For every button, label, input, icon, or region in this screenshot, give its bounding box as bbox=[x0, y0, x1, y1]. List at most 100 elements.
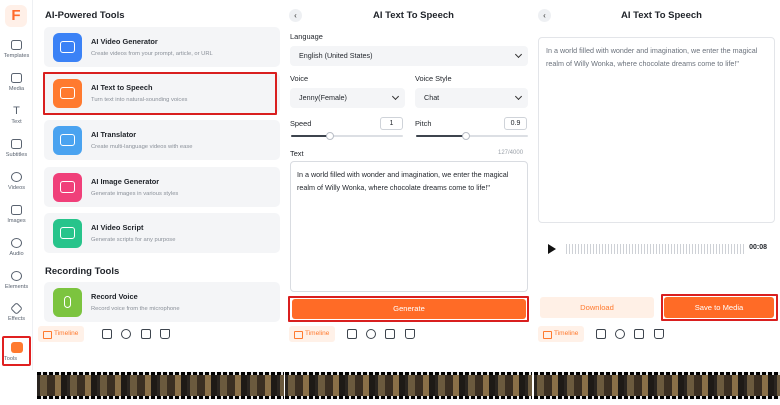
speed-label: Speed bbox=[290, 119, 312, 128]
char-counter: 127/4000 bbox=[498, 150, 524, 156]
voice-style-label: Voice Style bbox=[415, 74, 452, 83]
timeline-button[interactable]: Timeline bbox=[289, 326, 336, 342]
back-button[interactable]: ‹ bbox=[538, 9, 551, 22]
language-label: Language bbox=[290, 32, 323, 41]
pitch-slider-fill bbox=[416, 135, 466, 137]
tool-card-record-voice[interactable]: Record Voice Record voice from the micro… bbox=[44, 282, 280, 322]
save-to-media-button[interactable]: Save to Media bbox=[664, 297, 774, 318]
chevron-down-icon bbox=[514, 92, 523, 101]
videos-icon bbox=[11, 172, 22, 182]
trash-icon[interactable] bbox=[160, 329, 170, 339]
add-icon[interactable] bbox=[347, 329, 357, 339]
language-value: English (United States) bbox=[299, 51, 373, 60]
templates-icon bbox=[11, 40, 22, 50]
sidebar-item-label: Videos bbox=[7, 185, 25, 191]
text-icon: T bbox=[13, 105, 20, 117]
tool-desc: Create multi-language videos with ease bbox=[91, 144, 193, 150]
sidebar-item-label: Tools bbox=[4, 356, 18, 362]
sidebar-item-audio[interactable]: Audio bbox=[0, 238, 33, 268]
tool-name: AI Video Script bbox=[91, 223, 144, 232]
add-icon[interactable] bbox=[102, 329, 112, 339]
pitch-slider[interactable] bbox=[416, 132, 528, 140]
trash-icon[interactable] bbox=[405, 329, 415, 339]
timeline-button[interactable]: Timeline bbox=[538, 326, 585, 342]
tool-desc: Record voice from the microphone bbox=[91, 306, 180, 312]
timeline-toolbar-3: Timeline bbox=[538, 326, 776, 344]
panel-title: AI Text To Speech bbox=[621, 10, 702, 21]
sidebar-item-label: Text bbox=[11, 119, 22, 125]
tool-card-ai-video-script[interactable]: AI Video Script Generate scripts for any… bbox=[44, 213, 280, 253]
sidebar-item-label: Templates bbox=[3, 53, 30, 59]
duplicate-icon[interactable] bbox=[385, 329, 395, 339]
timeline-filmstrip[interactable] bbox=[534, 372, 780, 399]
download-button[interactable]: Download bbox=[540, 297, 654, 318]
tool-card-ai-translator[interactable]: AI Translator Create multi-language vide… bbox=[44, 120, 280, 160]
tool-card-ai-text-to-speech[interactable]: AI Text to Speech Turn text into natural… bbox=[44, 73, 280, 113]
voice-style-value: Chat bbox=[424, 93, 440, 102]
sidebar-item-videos[interactable]: Videos bbox=[0, 172, 33, 202]
timeline-filmstrip[interactable] bbox=[37, 372, 284, 399]
tool-desc: Generate scripts for any purpose bbox=[91, 237, 176, 243]
timeline-filmstrip[interactable] bbox=[285, 372, 532, 399]
timeline-toolbar-1: Timeline bbox=[38, 326, 284, 344]
tts-text-input[interactable]: In a world filled with wonder and imagin… bbox=[290, 161, 528, 292]
split-icon[interactable] bbox=[615, 329, 625, 339]
panel-title: AI Text To Speech bbox=[373, 10, 454, 21]
left-sidebar: F Templates Media T Text Subtitles Video… bbox=[0, 0, 33, 370]
speed-slider-thumb[interactable] bbox=[326, 132, 334, 140]
tool-card-ai-video-generator[interactable]: AI Video Generator Create videos from yo… bbox=[44, 27, 280, 67]
pitch-label: Pitch bbox=[415, 119, 432, 128]
subtitles-icon bbox=[11, 139, 22, 149]
section-title-recording-tools: Recording Tools bbox=[45, 266, 120, 277]
voice-value: Jenny(Female) bbox=[299, 93, 347, 102]
sidebar-item-media[interactable]: Media bbox=[0, 73, 33, 103]
sidebar-item-images[interactable]: Images bbox=[0, 205, 33, 235]
translate-icon bbox=[53, 126, 82, 155]
sidebar-item-label: Audio bbox=[9, 251, 24, 257]
images-icon bbox=[11, 205, 22, 215]
text-label: Text bbox=[290, 149, 304, 158]
sidebar-item-label: Images bbox=[7, 218, 26, 224]
tool-name: AI Text to Speech bbox=[91, 83, 153, 92]
voice-select[interactable]: Jenny(Female) bbox=[290, 88, 405, 108]
effects-icon bbox=[10, 302, 23, 315]
play-icon[interactable] bbox=[548, 244, 556, 254]
speed-input[interactable]: 1 bbox=[380, 117, 403, 130]
sidebar-item-elements[interactable]: Elements bbox=[0, 271, 33, 301]
tool-name: Record Voice bbox=[91, 292, 138, 301]
duplicate-icon[interactable] bbox=[634, 329, 644, 339]
audio-icon bbox=[11, 238, 22, 248]
voice-style-select[interactable]: Chat bbox=[415, 88, 528, 108]
trash-icon[interactable] bbox=[654, 329, 664, 339]
timeline-button[interactable]: Timeline bbox=[38, 326, 85, 342]
language-select[interactable]: English (United States) bbox=[290, 46, 528, 66]
result-text: In a world filled with wonder and imagin… bbox=[538, 37, 775, 223]
sidebar-item-effects[interactable]: Effects bbox=[0, 302, 33, 334]
duplicate-icon[interactable] bbox=[141, 329, 151, 339]
audio-waveform[interactable] bbox=[566, 244, 744, 254]
sidebar-item-subtitles[interactable]: Subtitles bbox=[0, 139, 33, 169]
sidebar-item-tools[interactable]: Tools bbox=[2, 336, 31, 366]
chevron-down-icon bbox=[514, 50, 523, 59]
script-icon bbox=[53, 219, 82, 248]
generate-button[interactable]: Generate bbox=[292, 299, 526, 319]
speech-bubble-icon bbox=[53, 79, 82, 108]
chevron-down-icon bbox=[391, 92, 400, 101]
timeline-toolbar-2: Timeline bbox=[289, 326, 529, 344]
voice-label: Voice bbox=[290, 74, 309, 83]
pitch-input[interactable]: 0.9 bbox=[504, 117, 527, 130]
split-icon[interactable] bbox=[366, 329, 376, 339]
sidebar-item-label: Media bbox=[8, 86, 25, 92]
back-button[interactable]: ‹ bbox=[289, 9, 302, 22]
sidebar-item-text[interactable]: T Text bbox=[0, 106, 33, 136]
sidebar-item-templates[interactable]: Templates bbox=[0, 40, 33, 70]
split-icon[interactable] bbox=[121, 329, 131, 339]
app-logo[interactable]: F bbox=[5, 5, 27, 27]
speed-slider[interactable] bbox=[291, 132, 403, 140]
tool-card-ai-image-generator[interactable]: AI Image Generator Generate images in va… bbox=[44, 167, 280, 207]
add-icon[interactable] bbox=[596, 329, 606, 339]
tools-icon bbox=[10, 342, 23, 353]
sidebar-item-label: Elements bbox=[4, 284, 29, 290]
logo-letter: F bbox=[11, 7, 21, 24]
pitch-slider-thumb[interactable] bbox=[462, 132, 470, 140]
